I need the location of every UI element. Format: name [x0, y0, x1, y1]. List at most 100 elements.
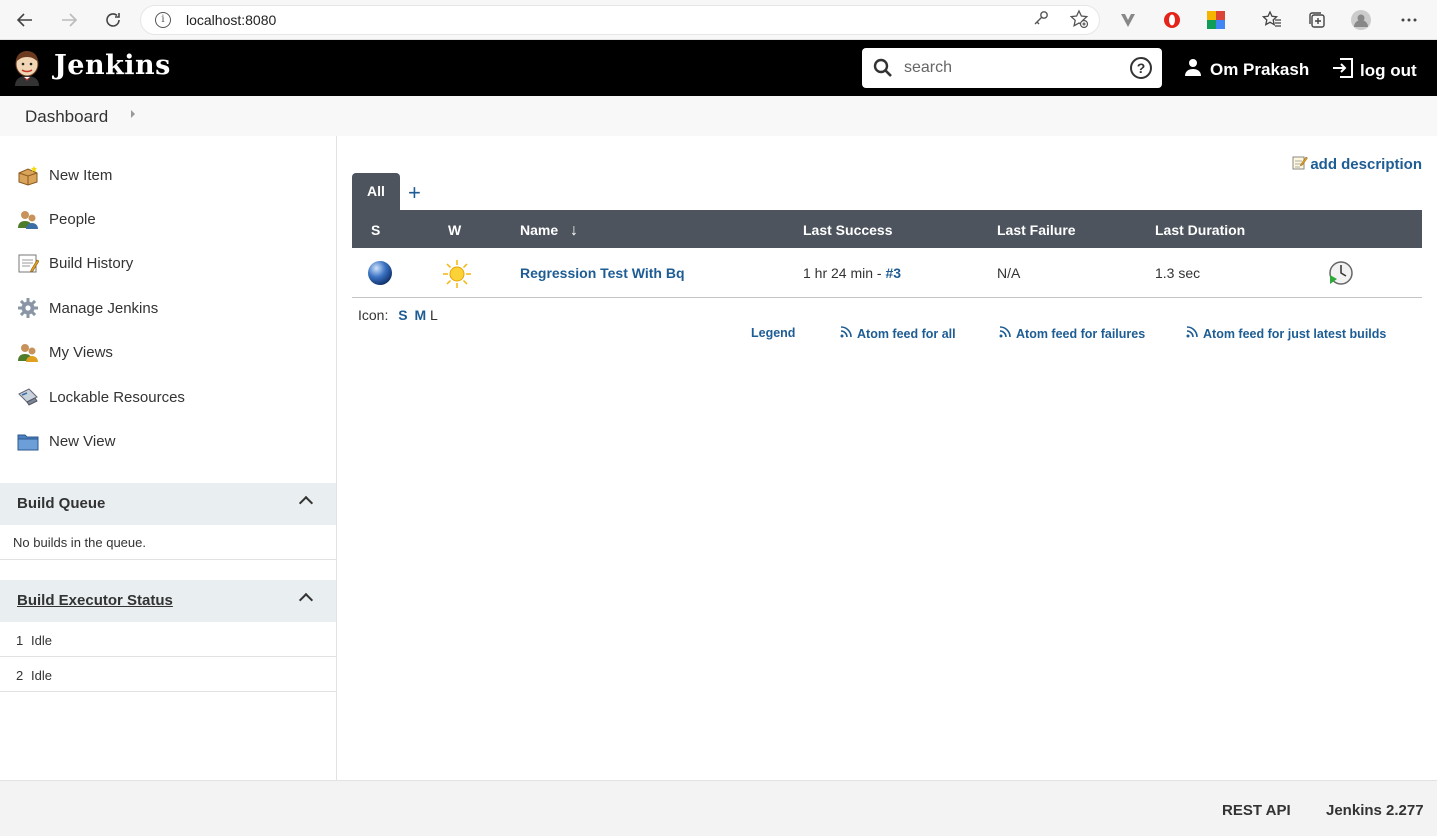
logout-label: log out — [1360, 60, 1417, 80]
sidebar-item-new-item[interactable]: New Item — [17, 163, 112, 187]
more-menu-icon[interactable] — [1399, 10, 1419, 30]
sidebar-item-build-history[interactable]: Build History — [17, 251, 133, 275]
build-queue-title: Build Queue — [17, 495, 106, 512]
new-item-icon — [17, 164, 39, 186]
sidebar-item-new-view[interactable]: New View — [17, 429, 115, 453]
rest-api-link[interactable]: REST API — [1222, 802, 1291, 819]
tab-all[interactable]: All — [352, 173, 400, 210]
footer: REST API Jenkins 2.277 — [0, 780, 1437, 836]
executor-status-header: Build Executor Status — [0, 580, 336, 622]
legend-label: Legend — [751, 326, 796, 340]
col-name[interactable]: Name ↓ — [520, 222, 578, 240]
app-title[interactable]: Jenkins — [54, 50, 171, 81]
table-row: Regression Test With Bq 1 hr 24 min - #3… — [352, 248, 1422, 298]
executor-status-title[interactable]: Build Executor Status — [17, 592, 173, 609]
build-history-icon — [17, 252, 40, 274]
build-queue-empty: No builds in the queue. — [0, 525, 336, 560]
icon-size-medium[interactable]: M — [414, 307, 426, 323]
breadcrumb-chevron-icon[interactable] — [131, 110, 135, 118]
last-success-cell: 1 hr 24 min - #3 — [803, 265, 901, 281]
refresh-icon[interactable] — [101, 8, 125, 32]
sidebar-item-my-views[interactable]: My Views — [17, 340, 113, 364]
user-link[interactable]: Om Prakash — [1184, 58, 1309, 81]
user-views-icon — [17, 341, 39, 363]
sidebar-item-label: New View — [49, 432, 116, 450]
schedule-build-icon[interactable] — [1328, 260, 1354, 289]
sidebar-item-manage-jenkins[interactable]: Manage Jenkins — [17, 296, 158, 320]
lockable-resources-icon — [17, 386, 39, 408]
atom-feed-all-link[interactable]: Atom feed for all — [840, 326, 956, 341]
col-status[interactable]: S — [371, 222, 380, 238]
job-name-link[interactable]: Regression Test With Bq — [520, 265, 685, 281]
last-success-build-link[interactable]: #3 — [885, 265, 901, 281]
extension-opera-icon[interactable] — [1162, 10, 1182, 30]
executor-number: 1 — [16, 633, 24, 648]
last-duration-cell: 1.3 sec — [1155, 265, 1201, 281]
rss-icon — [999, 326, 1011, 341]
col-last-success[interactable]: Last Success — [803, 222, 893, 238]
browser-toolbar: i localhost:8080 — [0, 0, 1437, 40]
col-last-failure[interactable]: Last Failure — [997, 222, 1076, 238]
favorite-star-icon[interactable] — [1069, 9, 1089, 34]
jenkins-version-link[interactable]: Jenkins 2.277 — [1326, 802, 1424, 819]
user-icon — [1184, 58, 1202, 81]
col-last-duration[interactable]: Last Duration — [1155, 222, 1245, 238]
sidebar-item-label: New Item — [49, 166, 113, 184]
rss-icon — [840, 326, 852, 341]
back-icon[interactable] — [13, 8, 37, 32]
executor-status: Idle — [31, 668, 52, 683]
logout-link[interactable]: log out — [1332, 58, 1417, 83]
legend-link[interactable]: Legend — [751, 326, 795, 340]
col-weather[interactable]: W — [448, 222, 461, 238]
folder-icon — [17, 430, 39, 452]
people-icon — [17, 208, 39, 230]
profile-avatar-icon[interactable] — [1351, 10, 1371, 30]
collapse-chevron-icon[interactable] — [298, 592, 314, 608]
logout-icon — [1332, 58, 1354, 83]
atom-feed-all-label: Atom feed for all — [857, 326, 956, 341]
rss-icon — [1186, 326, 1198, 341]
sidebar-item-label: People — [49, 210, 96, 228]
user-name: Om Prakash — [1210, 59, 1310, 79]
status-ball-icon — [367, 260, 393, 289]
executor-row: 2 Idle — [0, 657, 336, 692]
search-input[interactable] — [904, 57, 1114, 79]
atom-feed-latest-link[interactable]: Atom feed for just latest builds — [1186, 326, 1386, 341]
add-description-label: add description — [1310, 155, 1422, 173]
add-view-tab[interactable]: + — [408, 180, 421, 206]
add-description-link[interactable]: add description — [1292, 154, 1422, 174]
weather-sunny-icon — [442, 259, 472, 292]
favorites-icon[interactable] — [1261, 10, 1282, 30]
key-icon[interactable] — [1033, 10, 1049, 30]
atom-feed-failures-link[interactable]: Atom feed for failures — [999, 326, 1145, 341]
icon-size-selector: Icon: S M L — [358, 307, 438, 323]
url-text: localhost:8080 — [186, 12, 277, 28]
executor-number: 2 — [16, 668, 24, 683]
extension-v-icon[interactable] — [1118, 10, 1138, 30]
build-queue-header: Build Queue — [0, 483, 336, 525]
last-success-time: 1 hr 24 min - — [803, 265, 886, 281]
jobs-table: S W Name ↓ Last Success Last Failure Las… — [352, 210, 1422, 298]
sidebar-item-people[interactable]: People — [17, 207, 96, 231]
sidebar-item-lockable-resources[interactable]: Lockable Resources — [17, 385, 185, 409]
col-name-label: Name — [520, 222, 559, 238]
executor-status: Idle — [31, 633, 52, 648]
icon-size-small[interactable]: S — [398, 307, 407, 323]
breadcrumb-dashboard[interactable]: Dashboard — [25, 107, 108, 127]
site-info-icon[interactable]: i — [155, 12, 171, 28]
extension-colorful-icon[interactable] — [1206, 10, 1226, 30]
search-icon — [872, 57, 894, 82]
forward-icon[interactable] — [57, 8, 81, 32]
build-queue-empty-text: No builds in the queue. — [13, 535, 146, 550]
sidebar-item-label: Build History — [49, 254, 134, 272]
table-header: S W Name ↓ Last Success Last Failure Las… — [352, 210, 1422, 248]
collapse-chevron-icon[interactable] — [298, 495, 314, 511]
address-bar[interactable]: i localhost:8080 — [140, 5, 1100, 35]
breadcrumb: Dashboard — [0, 96, 1437, 136]
jenkins-logo-icon[interactable] — [12, 50, 42, 86]
sidebar: New Item People Build History Manage Jen… — [0, 136, 337, 780]
gear-icon — [17, 297, 39, 319]
collections-icon[interactable] — [1307, 10, 1327, 30]
help-icon[interactable]: ? — [1130, 57, 1152, 79]
edit-note-icon — [1292, 154, 1309, 174]
